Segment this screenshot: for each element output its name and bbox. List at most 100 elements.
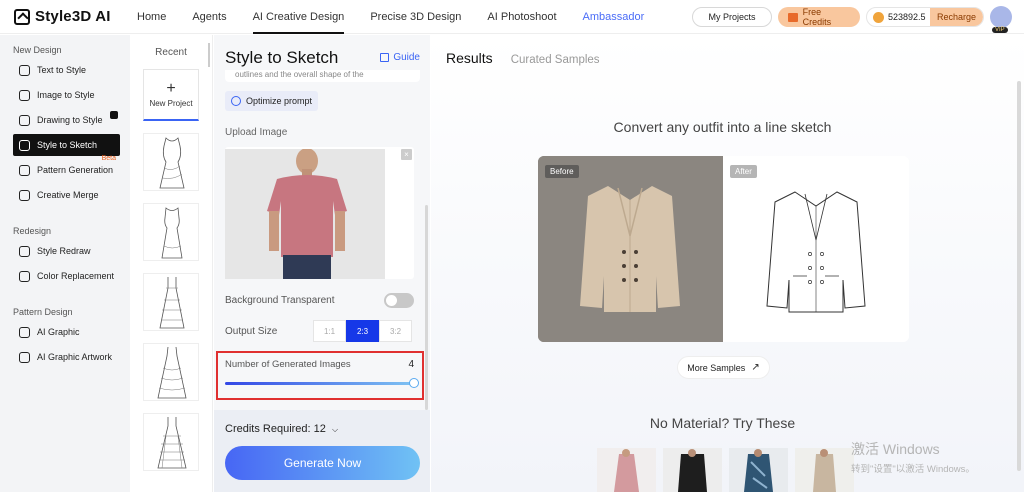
sidebar-item-text-to-style[interactable]: Text to Style bbox=[13, 59, 120, 81]
nav-agents[interactable]: Agents bbox=[179, 0, 239, 34]
section-redesign: Redesign bbox=[13, 226, 52, 236]
nav-home[interactable]: Home bbox=[124, 0, 179, 34]
upload-image-label: Upload Image bbox=[225, 127, 288, 138]
sidebar-item-label: Color Replacement bbox=[37, 271, 115, 281]
generated-images-slider[interactable] bbox=[225, 382, 415, 385]
guide-label: Guide bbox=[393, 52, 420, 63]
brand-logo[interactable]: Style3D AI bbox=[14, 8, 124, 25]
guide-link[interactable]: Guide bbox=[380, 52, 420, 63]
output-size-selector: 1:1 2:3 3:2 bbox=[313, 320, 412, 342]
results-area: Results Curated Samples Convert any outf… bbox=[431, 35, 1024, 492]
background-transparent-label: Background Transparent bbox=[225, 295, 335, 306]
credits-required-label: Credits Required: 12 bbox=[225, 423, 326, 435]
chevron-down-icon: ⌵ bbox=[331, 425, 339, 434]
sidebar-item-ai-graphic[interactable]: AI Graphic bbox=[13, 321, 120, 343]
uploaded-photo bbox=[225, 149, 385, 279]
slider-handle[interactable] bbox=[409, 378, 419, 388]
sidebar-item-label: Image to Style bbox=[37, 90, 95, 100]
sidebar-item-drawing-to-style[interactable]: Drawing to Style bbox=[13, 109, 120, 131]
sidebar-item-style-to-sketch[interactable]: Style to Sketch bbox=[13, 134, 120, 156]
generated-images-count: 4 bbox=[408, 359, 414, 370]
sidebar-item-creative-merge[interactable]: Creative Merge bbox=[13, 184, 120, 206]
tab-results[interactable]: Results bbox=[446, 50, 493, 66]
beta-badge: Beta bbox=[101, 155, 116, 162]
nav-ai-photoshoot[interactable]: AI Photoshoot bbox=[474, 0, 569, 34]
ratio-2-3-option[interactable]: 2:3 bbox=[346, 320, 379, 342]
sample-image[interactable] bbox=[729, 448, 788, 492]
free-credits-button[interactable]: Free Credits bbox=[778, 7, 860, 27]
nav-ambassador[interactable]: Ambassador bbox=[570, 0, 658, 34]
main-nav: Home Agents AI Creative Design Precise 3… bbox=[124, 0, 657, 34]
my-projects-button[interactable]: My Projects bbox=[692, 7, 772, 27]
balance-value: 523892.5 bbox=[888, 12, 926, 22]
user-avatar[interactable]: VIP bbox=[990, 6, 1012, 33]
nav-precise-3d-design[interactable]: Precise 3D Design bbox=[357, 0, 474, 34]
recharge-button[interactable]: Recharge bbox=[929, 8, 983, 26]
recent-thumbnail[interactable] bbox=[143, 343, 199, 401]
after-image: After bbox=[723, 156, 909, 342]
ratio-3-2-option[interactable]: 3:2 bbox=[379, 320, 412, 342]
vip-badge: VIP bbox=[992, 27, 1008, 33]
generate-now-button[interactable]: Generate Now bbox=[225, 446, 420, 480]
recent-thumbnail[interactable] bbox=[143, 413, 199, 471]
magic-icon bbox=[231, 96, 241, 106]
sidebar-item-label: Style to Sketch bbox=[37, 140, 98, 150]
recent-thumbnail[interactable] bbox=[143, 133, 199, 191]
background-transparent-toggle[interactable] bbox=[384, 293, 414, 308]
prompt-text-area[interactable]: outlines and the overall shape of the bbox=[225, 70, 420, 82]
credits-required[interactable]: Credits Required: 12 ⌵ bbox=[225, 423, 338, 435]
config-panel: Style to Sketch Guide outlines and the o… bbox=[214, 35, 430, 492]
sidebar-item-label: AI Graphic Artwork bbox=[37, 352, 113, 362]
sidebar-item-style-redraw[interactable]: Style Redraw bbox=[13, 240, 120, 262]
ratio-1-1-option[interactable]: 1:1 bbox=[313, 320, 346, 342]
nav-ai-creative-design[interactable]: AI Creative Design bbox=[240, 0, 358, 34]
no-material-title: No Material? Try These bbox=[649, 415, 796, 431]
generated-images-control: Number of Generated Images 4 bbox=[216, 351, 424, 400]
drawing-style-icon bbox=[19, 114, 30, 126]
section-pattern-design: Pattern Design bbox=[13, 307, 73, 317]
tab-curated-samples[interactable]: Curated Samples bbox=[511, 54, 600, 66]
new-project-button[interactable]: + New Project bbox=[143, 69, 199, 121]
more-samples-button[interactable]: More Samples ↗ bbox=[677, 356, 770, 379]
results-tabs: Results Curated Samples bbox=[446, 50, 618, 66]
new-tag-icon bbox=[110, 111, 118, 119]
sidebar-item-image-to-style[interactable]: Image to Style bbox=[13, 84, 120, 106]
sample-images-row bbox=[597, 448, 854, 492]
section-new-design: New Design bbox=[13, 45, 62, 55]
sidebar-item-label: AI Graphic bbox=[37, 327, 80, 337]
sample-image[interactable] bbox=[663, 448, 722, 492]
sidebar-item-color-replacement[interactable]: Color Replacement bbox=[13, 265, 120, 287]
free-credits-label: Free Credits bbox=[802, 7, 832, 27]
top-navigation-bar: Style3D AI Home Agents AI Creative Desig… bbox=[0, 0, 1024, 34]
account-controls: My Projects Free Credits 523892.5 Rechar… bbox=[692, 6, 1012, 33]
before-tag: Before bbox=[545, 165, 579, 178]
plus-icon: + bbox=[166, 79, 176, 97]
results-scrollbar[interactable] bbox=[1017, 81, 1021, 471]
before-image: Before bbox=[538, 156, 723, 342]
optimize-prompt-button[interactable]: Optimize prompt bbox=[225, 91, 319, 111]
sample-image[interactable] bbox=[795, 448, 854, 492]
sidebar-item-label: Drawing to Style bbox=[37, 115, 103, 125]
after-tag: After bbox=[730, 165, 757, 178]
sidebar-item-label: Style Redraw bbox=[37, 246, 91, 256]
recent-scrollbar[interactable] bbox=[208, 43, 210, 67]
upload-image-dropzone[interactable]: × bbox=[225, 147, 414, 279]
sidebar-item-pattern-generation[interactable]: Pattern Generation Beta bbox=[13, 155, 120, 181]
sample-image[interactable] bbox=[597, 448, 656, 492]
panel-scrollbar[interactable] bbox=[425, 205, 428, 410]
recent-thumbnail[interactable] bbox=[143, 273, 199, 331]
brand-name: Style3D AI bbox=[35, 8, 111, 25]
sidebar-item-ai-graphic-artwork[interactable]: AI Graphic Artwork bbox=[13, 346, 120, 368]
optimize-label: Optimize prompt bbox=[246, 96, 313, 106]
recent-thumbnail[interactable] bbox=[143, 203, 199, 261]
output-size-label: Output Size bbox=[225, 326, 278, 337]
sidebar-item-label: Text to Style bbox=[37, 65, 87, 75]
results-headline: Convert any outfit into a line sketch bbox=[613, 119, 832, 135]
sketch-icon bbox=[19, 139, 30, 151]
watermark-line-2: 转到"设置"以激活 Windows。 bbox=[851, 464, 975, 475]
recent-title: Recent bbox=[155, 47, 187, 58]
sidebar-item-label: Pattern Generation bbox=[37, 165, 114, 175]
before-after-compare: Before After bbox=[538, 156, 909, 342]
remove-image-icon[interactable]: × bbox=[401, 149, 412, 160]
color-icon bbox=[19, 270, 30, 282]
